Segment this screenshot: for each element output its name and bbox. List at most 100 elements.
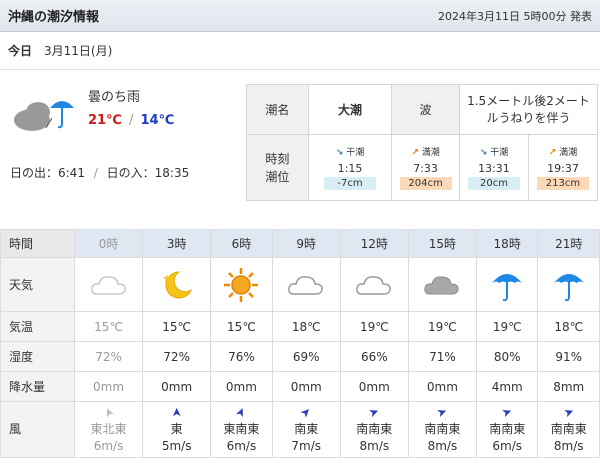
tide-time: 1:15 bbox=[337, 162, 363, 175]
weather-cell bbox=[475, 257, 539, 312]
precipitation-cell: 0mm bbox=[210, 371, 273, 402]
temperature-cell: 18℃ bbox=[537, 311, 600, 342]
wind-direction: 南南東 bbox=[550, 422, 587, 437]
wind-direction: 東南東 bbox=[223, 422, 260, 437]
cloud-icon bbox=[90, 275, 126, 295]
wind-direction-icon: ➤ bbox=[434, 403, 450, 421]
precipitation-row: 降水量 0mm 0mm 0mm 0mm 0mm 0mm 4mm 8mm bbox=[0, 371, 600, 402]
wind-direction: 南東 bbox=[294, 422, 319, 437]
temperature-label: 気温 bbox=[0, 311, 75, 342]
humidity-label: 湿度 bbox=[0, 341, 75, 372]
tide-time-label: 時刻 潮位 bbox=[246, 134, 309, 201]
tide-name-label: 潮名 bbox=[246, 84, 309, 135]
temperature-row: 気温 15℃ 15℃ 15℃ 18℃ 19℃ 19℃ 19℃ 18℃ bbox=[0, 311, 600, 342]
hour-cell: 21時 bbox=[537, 229, 600, 258]
high-temp: 21℃ bbox=[88, 113, 122, 128]
tide-level: -7cm bbox=[324, 177, 376, 190]
tide-entry: ↗ 満潮 7:33 204cm bbox=[391, 134, 460, 201]
tide-entry: ↘ 干潮 1:15 -7cm bbox=[307, 134, 393, 201]
hour-cell: 6時 bbox=[210, 229, 273, 258]
precipitation-cell: 8mm bbox=[537, 371, 600, 402]
temperature-cell: 19℃ bbox=[475, 311, 539, 342]
temperature-cell: 18℃ bbox=[271, 311, 341, 342]
cloud-icon bbox=[356, 275, 392, 295]
humidity-cell: 71% bbox=[407, 341, 477, 372]
wind-direction: 東 bbox=[170, 422, 183, 437]
precipitation-label: 降水量 bbox=[0, 371, 75, 402]
tide-time: 7:33 bbox=[413, 162, 438, 175]
sunrise-text: 日の出：6:41 bbox=[10, 166, 85, 180]
hourly-forecast-table: 時間 0時 3時 6時 9時 12時 15時 18時 21時 天気 気温 15℃… bbox=[0, 229, 600, 458]
wind-direction-icon: ➤ bbox=[561, 403, 576, 421]
humidity-cell: 80% bbox=[475, 341, 539, 372]
weather-text: 曇のち雨 21℃ / 14℃ bbox=[88, 86, 174, 128]
hour-cell: 18時 bbox=[475, 229, 539, 258]
wind-speed: 5m/s bbox=[161, 438, 192, 453]
weather-cell bbox=[537, 257, 600, 312]
umbrella-icon bbox=[492, 273, 523, 301]
temperature-cell: 19℃ bbox=[407, 311, 477, 342]
wind-direction: 南南東 bbox=[424, 422, 461, 437]
today-date: 3月11日(月) bbox=[44, 44, 113, 58]
precipitation-cell: 0mm bbox=[407, 371, 477, 402]
hour-cell: 12時 bbox=[339, 229, 409, 258]
humidity-cell: 72% bbox=[73, 341, 144, 372]
tide-entry: ↗ 満潮 19:37 213cm bbox=[527, 134, 599, 201]
dark-cloud-icon bbox=[424, 275, 460, 294]
cloud-icon bbox=[288, 275, 324, 295]
tide-time: 13:31 bbox=[478, 162, 510, 175]
wind-direction: 南南東 bbox=[489, 422, 526, 437]
hour-cell: 9時 bbox=[271, 229, 341, 258]
sun-separator: / bbox=[93, 166, 98, 180]
wind-direction: 南南東 bbox=[356, 422, 393, 437]
falling-arrow-icon: ↘ bbox=[479, 148, 488, 158]
humidity-cell: 91% bbox=[537, 341, 600, 372]
sun-times: 日の出：6:41 / 日の入：18:35 bbox=[10, 164, 189, 181]
precipitation-cell: 0mm bbox=[142, 371, 212, 402]
wind-direction: 東北東 bbox=[90, 422, 127, 437]
humidity-row: 湿度 72% 72% 76% 69% 66% 71% 80% 91% bbox=[0, 341, 600, 372]
weather-cell bbox=[142, 257, 212, 312]
wind-cell: ➤ 南南東 8m/s bbox=[537, 401, 600, 458]
wave-label: 波 bbox=[391, 84, 460, 135]
tide-type: 干潮 bbox=[490, 148, 509, 158]
moon-icon bbox=[162, 270, 192, 298]
falling-arrow-icon: ↘ bbox=[335, 148, 344, 158]
wave-value: 1.5メートル後2メートルうねりを伴う bbox=[458, 84, 599, 135]
temperature-cell: 15℃ bbox=[142, 311, 212, 342]
weather-row: 天気 bbox=[0, 257, 600, 312]
wind-direction-icon: ➤ bbox=[297, 403, 315, 421]
wind-direction-icon: ➤ bbox=[169, 407, 184, 418]
weather-cell bbox=[210, 257, 273, 312]
wind-cell: ➤ 東北東 6m/s bbox=[73, 401, 144, 458]
wind-direction-icon: ➤ bbox=[366, 403, 382, 421]
weather-summary-label: 曇のち雨 bbox=[88, 90, 141, 105]
today-label: 今日 bbox=[8, 44, 33, 58]
wind-speed: 6m/s bbox=[93, 438, 124, 453]
hour-cell: 15時 bbox=[407, 229, 477, 258]
hour-cell: 3時 bbox=[142, 229, 212, 258]
precipitation-cell: 0mm bbox=[271, 371, 341, 402]
page-title: 沖縄の潮汐情報 bbox=[8, 10, 100, 25]
rising-arrow-icon: ↗ bbox=[411, 148, 419, 158]
humidity-cell: 69% bbox=[271, 341, 341, 372]
hour-cell: 0時 bbox=[73, 229, 144, 258]
wind-speed: 7m/s bbox=[291, 438, 322, 453]
cloud-then-rain-icon bbox=[14, 101, 74, 131]
day-header: 今日 3月11日(月) bbox=[0, 32, 600, 70]
tide-level: 20cm bbox=[467, 177, 520, 190]
wind-cell: ➤ 南南東 8m/s bbox=[407, 401, 477, 458]
weather-cell bbox=[407, 257, 477, 312]
hour-row: 時間 0時 3時 6時 9時 12時 15時 18時 21時 bbox=[0, 229, 600, 258]
rising-arrow-icon: ↗ bbox=[548, 148, 557, 158]
wind-cell: ➤ 南東 7m/s bbox=[271, 401, 341, 458]
humidity-cell: 66% bbox=[339, 341, 409, 372]
humidity-cell: 76% bbox=[210, 341, 273, 372]
tide-name-value: 大潮 bbox=[307, 84, 393, 135]
tide-type: 満潮 bbox=[421, 148, 440, 158]
weather-cell bbox=[271, 257, 341, 312]
weather-label: 天気 bbox=[0, 257, 75, 312]
temperature-cell: 19℃ bbox=[339, 311, 409, 342]
tide-entry: ↘ 干潮 13:31 20cm bbox=[458, 134, 529, 201]
wind-row: 風 ➤ 東北東 6m/s ➤ 東 5m/s ➤ 東南東 6m/s ➤ 南東 7m… bbox=[0, 401, 600, 458]
